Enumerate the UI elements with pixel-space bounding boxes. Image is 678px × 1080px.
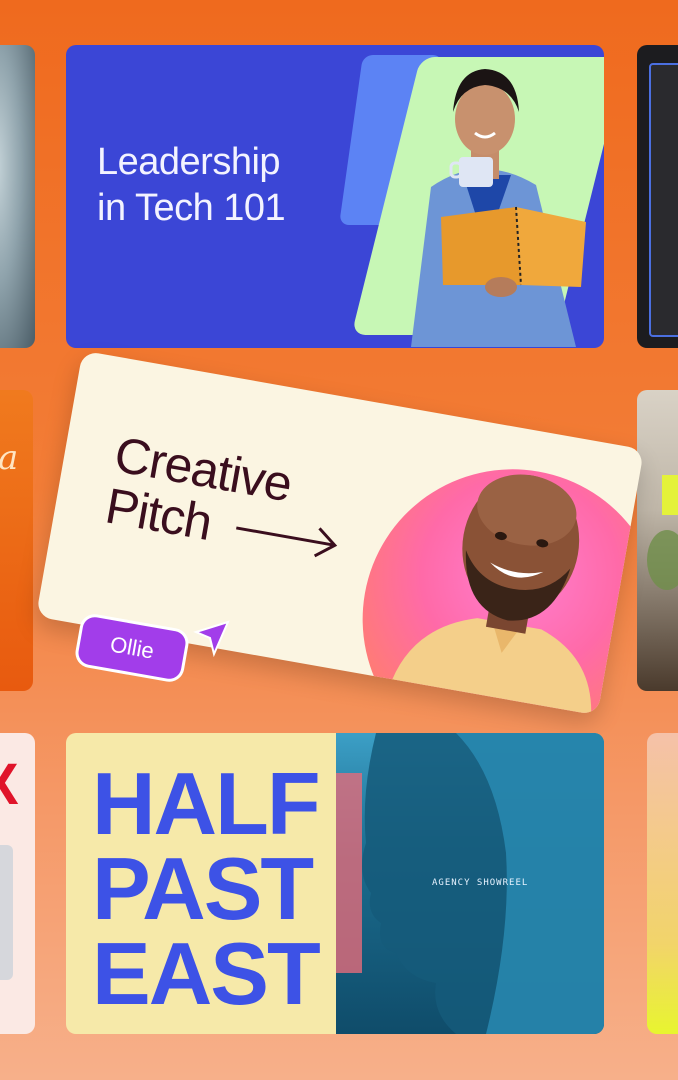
screen-frame [649, 63, 678, 337]
template-card-leadership[interactable]: Leadership in Tech 101 [66, 45, 604, 348]
halfpast-line2: PAST [92, 839, 314, 938]
partial-card-left-top[interactable] [0, 45, 35, 348]
partial-card-right-top[interactable] [637, 45, 678, 348]
partial-card-left-bottom[interactable]: X [0, 733, 35, 1034]
leadership-title-line1: Leadership [97, 141, 281, 183]
partial-card-shape [0, 845, 13, 980]
leadership-title: Leadership in Tech 101 [97, 139, 347, 231]
partial-card-right-middle[interactable] [637, 390, 678, 691]
presenter-woman-illustration [411, 69, 586, 347]
red-x-mark: X [0, 755, 19, 815]
arrow-right-icon [236, 526, 338, 558]
showreel-tagline: AGENCY SHOWREEL [432, 878, 529, 888]
notebook-icon [441, 206, 586, 287]
halfpast-title: HALF PAST EAST [92, 754, 321, 1023]
partial-card-glyph: a [0, 438, 19, 478]
portrait-photo: AGENCY SHOWREEL [336, 733, 604, 1034]
partial-card-right-bottom[interactable] [647, 733, 678, 1034]
partial-card-left-middle[interactable]: a [0, 390, 33, 691]
halfpast-line3: EAST [92, 924, 321, 1023]
plant-leaf [647, 530, 678, 590]
yellow-block [662, 475, 678, 515]
halfpast-line1: HALF [92, 754, 321, 853]
leadership-title-line2: in Tech 101 [97, 187, 286, 229]
presenter-man-illustration [388, 474, 592, 716]
cursor-pointer-icon [193, 620, 230, 658]
template-card-half-past-east[interactable]: HALF PAST EAST AGENCY SHOWREEL [66, 733, 604, 1034]
